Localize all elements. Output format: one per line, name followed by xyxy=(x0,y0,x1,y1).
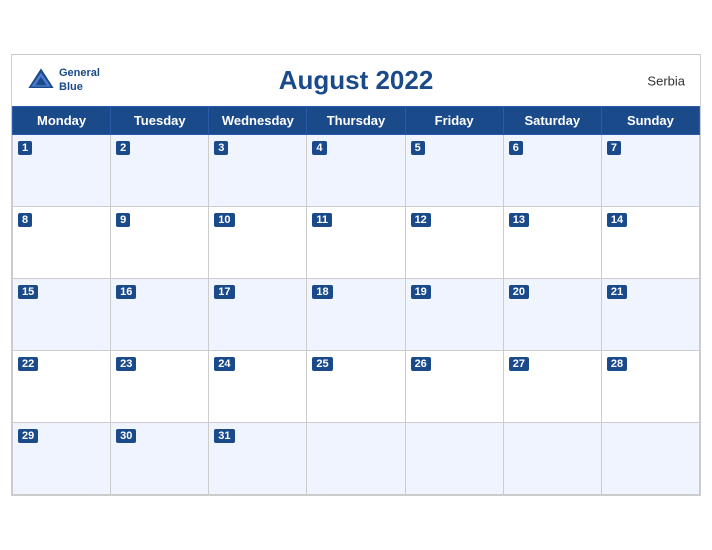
header-friday: Friday xyxy=(405,107,503,135)
day-cell: 21 xyxy=(601,279,699,351)
day-cell: 7 xyxy=(601,135,699,207)
day-cell: 2 xyxy=(111,135,209,207)
day-cell: 22 xyxy=(13,351,111,423)
day-number: 7 xyxy=(607,141,621,155)
day-number: 30 xyxy=(116,429,136,443)
day-number: 24 xyxy=(214,357,234,371)
day-number: 31 xyxy=(214,429,234,443)
day-cell: 8 xyxy=(13,207,111,279)
day-number: 3 xyxy=(214,141,228,155)
week-row-4: 22 23 24 25 26 27 28 xyxy=(13,351,700,423)
day-number: 4 xyxy=(312,141,326,155)
day-cell xyxy=(405,423,503,495)
day-cell: 6 xyxy=(503,135,601,207)
day-cell: 13 xyxy=(503,207,601,279)
day-number: 1 xyxy=(18,141,32,155)
country-label: Serbia xyxy=(647,73,685,88)
day-number: 13 xyxy=(509,213,529,227)
day-cell xyxy=(601,423,699,495)
day-cell: 24 xyxy=(209,351,307,423)
day-cell: 9 xyxy=(111,207,209,279)
day-number: 29 xyxy=(18,429,38,443)
calendar-grid: Monday Tuesday Wednesday Thursday Friday… xyxy=(12,106,700,495)
day-number: 19 xyxy=(411,285,431,299)
day-number: 11 xyxy=(312,213,332,227)
calendar-header: General Blue August 2022 Serbia xyxy=(12,55,700,106)
day-cell: 11 xyxy=(307,207,405,279)
day-cell: 3 xyxy=(209,135,307,207)
day-number: 5 xyxy=(411,141,425,155)
day-number: 23 xyxy=(116,357,136,371)
day-cell: 1 xyxy=(13,135,111,207)
header-saturday: Saturday xyxy=(503,107,601,135)
day-cell: 17 xyxy=(209,279,307,351)
day-cell: 12 xyxy=(405,207,503,279)
general-blue-logo-icon xyxy=(27,67,55,95)
header-thursday: Thursday xyxy=(307,107,405,135)
header-tuesday: Tuesday xyxy=(111,107,209,135)
day-cell: 10 xyxy=(209,207,307,279)
day-cell: 23 xyxy=(111,351,209,423)
day-number: 2 xyxy=(116,141,130,155)
logo-area: General Blue xyxy=(27,67,100,95)
day-number: 8 xyxy=(18,213,32,227)
day-number: 20 xyxy=(509,285,529,299)
day-cell: 18 xyxy=(307,279,405,351)
day-cell xyxy=(503,423,601,495)
day-cell xyxy=(307,423,405,495)
day-number: 28 xyxy=(607,357,627,371)
day-cell: 30 xyxy=(111,423,209,495)
day-number: 6 xyxy=(509,141,523,155)
day-cell: 29 xyxy=(13,423,111,495)
day-cell: 28 xyxy=(601,351,699,423)
week-row-1: 1 2 3 4 5 6 7 xyxy=(13,135,700,207)
day-cell: 15 xyxy=(13,279,111,351)
week-row-5: 29 30 31 xyxy=(13,423,700,495)
day-cell: 16 xyxy=(111,279,209,351)
calendar-container: General Blue August 2022 Serbia Monday T… xyxy=(11,54,701,496)
day-cell: 20 xyxy=(503,279,601,351)
day-number: 14 xyxy=(607,213,627,227)
day-number: 22 xyxy=(18,357,38,371)
logo-text: General Blue xyxy=(59,67,100,93)
day-number: 17 xyxy=(214,285,234,299)
day-cell: 25 xyxy=(307,351,405,423)
week-row-2: 8 9 10 11 12 13 14 xyxy=(13,207,700,279)
day-number: 10 xyxy=(214,213,234,227)
day-number: 15 xyxy=(18,285,38,299)
day-number: 21 xyxy=(607,285,627,299)
day-number: 26 xyxy=(411,357,431,371)
day-cell: 26 xyxy=(405,351,503,423)
day-cell: 14 xyxy=(601,207,699,279)
day-number: 16 xyxy=(116,285,136,299)
day-cell: 31 xyxy=(209,423,307,495)
calendar-title: August 2022 xyxy=(279,65,434,96)
header-wednesday: Wednesday xyxy=(209,107,307,135)
day-number: 12 xyxy=(411,213,431,227)
day-number: 18 xyxy=(312,285,332,299)
day-number: 9 xyxy=(116,213,130,227)
header-monday: Monday xyxy=(13,107,111,135)
day-cell: 19 xyxy=(405,279,503,351)
weekday-header-row: Monday Tuesday Wednesday Thursday Friday… xyxy=(13,107,700,135)
day-number: 25 xyxy=(312,357,332,371)
day-number: 27 xyxy=(509,357,529,371)
day-cell: 5 xyxy=(405,135,503,207)
week-row-3: 15 16 17 18 19 20 21 xyxy=(13,279,700,351)
header-sunday: Sunday xyxy=(601,107,699,135)
day-cell: 4 xyxy=(307,135,405,207)
day-cell: 27 xyxy=(503,351,601,423)
